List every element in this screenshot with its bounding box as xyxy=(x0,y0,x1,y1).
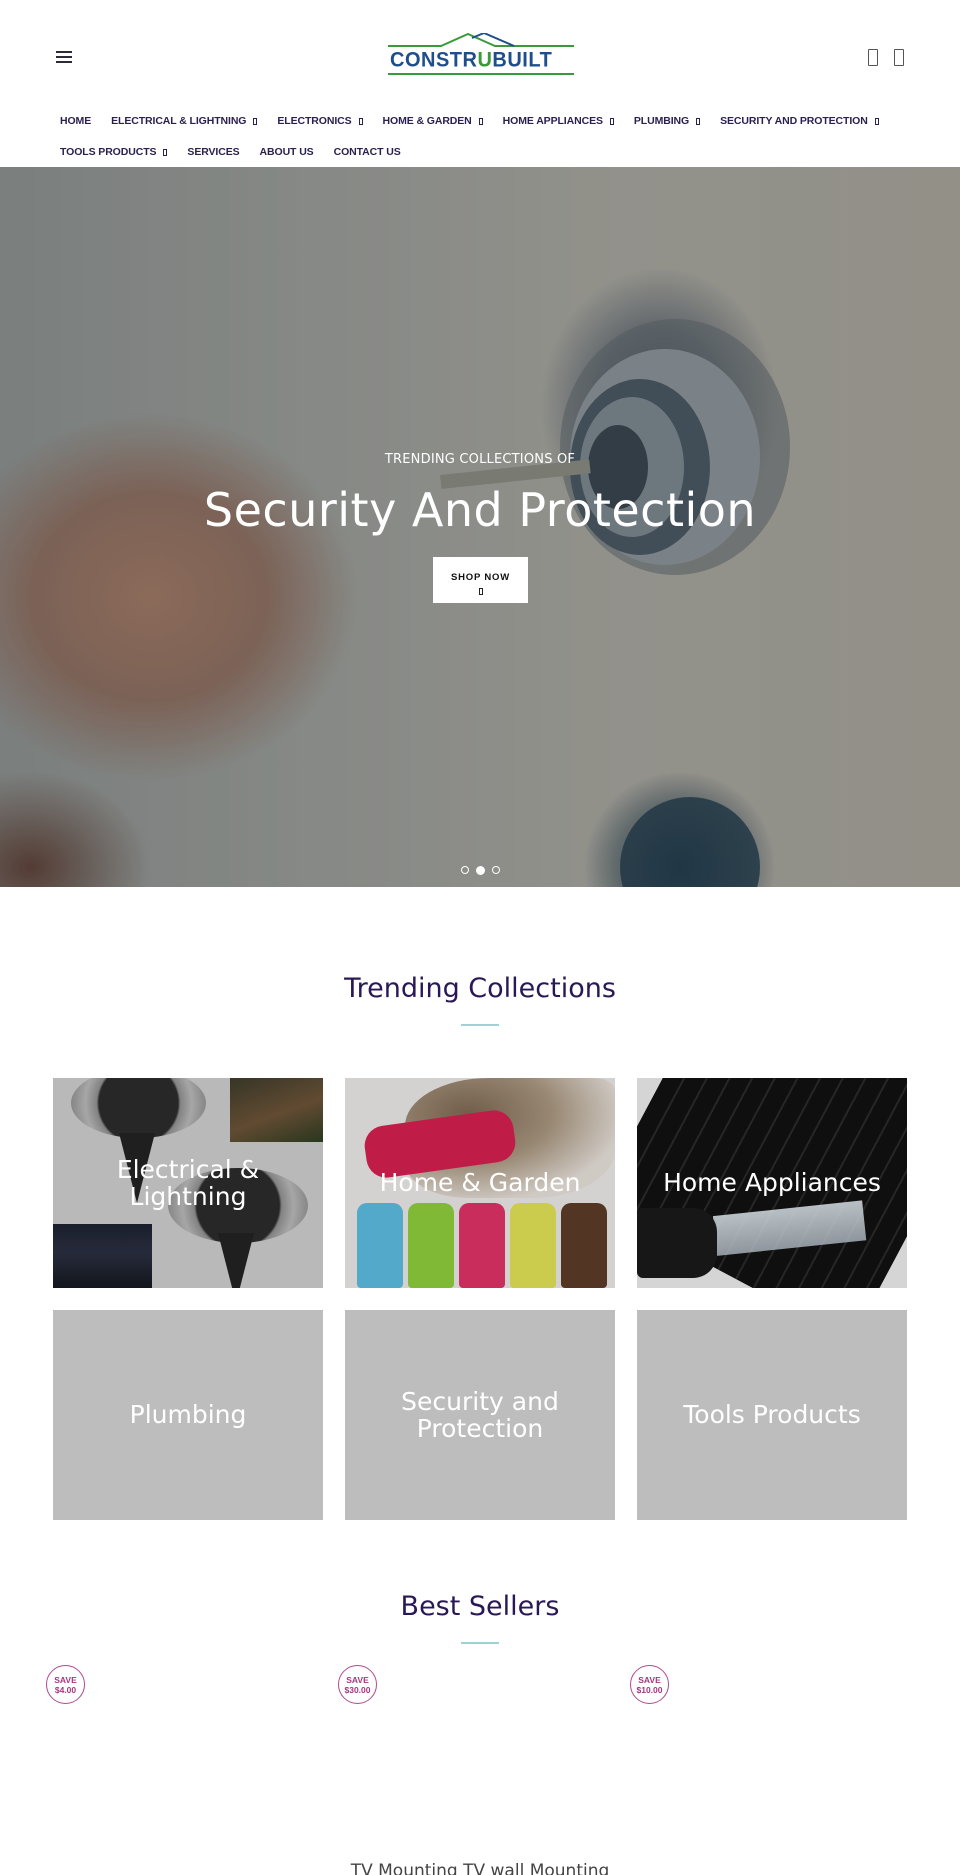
nav-item-electrical-lightning[interactable]: ELECTRICAL & LIGHTNING xyxy=(101,115,267,127)
chevron-down-icon xyxy=(358,117,363,125)
arrow-right-icon xyxy=(478,588,483,595)
collection-security-protection[interactable]: Security and Protection xyxy=(345,1310,615,1520)
collection-label: Tools Products xyxy=(683,1400,861,1430)
chevron-down-icon xyxy=(163,148,168,156)
chevron-down-icon xyxy=(609,117,614,125)
nav-item-security-and-protection[interactable]: SECURITY AND PROTECTION xyxy=(710,115,889,127)
best-sellers-title: Best Sellers xyxy=(400,1591,560,1622)
save-badge: SAVE $10.00 xyxy=(630,1665,669,1704)
collection-label: Security and Protection xyxy=(401,1386,559,1443)
nav-label: ELECTRONICS xyxy=(277,115,352,127)
nav-label: PLUMBING xyxy=(633,115,690,127)
main-nav: HOME ELECTRICAL & LIGHTNING ELECTRONICS HOM… xyxy=(50,108,930,170)
hero-title: Security And Protection xyxy=(203,483,757,537)
save-badge: SAVE $30.00 xyxy=(338,1665,377,1704)
save-badge: SAVE $4.00 xyxy=(46,1665,85,1704)
hero-subtitle: TRENDING COLLECTIONS OF xyxy=(384,452,576,467)
nav-label: TOOLS PRODUCTS xyxy=(60,146,157,158)
nav-label: HOME & GARDEN xyxy=(382,115,472,127)
nav-item-services[interactable]: SERVICES xyxy=(177,146,249,158)
chevron-down-icon xyxy=(874,117,879,125)
collection-label: Home & Garden xyxy=(379,1168,581,1198)
slide-dots xyxy=(0,865,960,875)
nav-label: CONTACT US xyxy=(333,146,401,158)
site-header: CONSTRUBUILT HOME ELECTRICAL & LIGHTNING E… xyxy=(0,0,960,167)
collection-tools-products[interactable]: Tools Products xyxy=(637,1310,907,1520)
cart-icon[interactable] xyxy=(894,49,904,66)
collection-label: Plumbing xyxy=(129,1400,247,1430)
nav-item-plumbing[interactable]: PLUMBING xyxy=(624,115,710,127)
collection-label: Electrical & Lightning xyxy=(116,1154,260,1211)
section-divider xyxy=(461,1642,499,1644)
nav-label: HOME xyxy=(60,115,92,127)
chevron-down-icon xyxy=(696,117,701,125)
slide-dot-1[interactable] xyxy=(460,866,469,874)
nav-row-2: TOOLS PRODUCTS SERVICES ABOUT US CONTACT US xyxy=(50,139,930,165)
product-title[interactable]: TV Mounting TV wall Mounting xyxy=(0,1861,960,1875)
collection-home-garden[interactable]: Home & Garden xyxy=(345,1078,615,1288)
collection-home-appliances[interactable]: Home Appliances xyxy=(637,1078,907,1288)
nav-item-home[interactable]: HOME xyxy=(50,115,101,127)
slide-dot-2[interactable] xyxy=(475,865,485,875)
account-icon[interactable] xyxy=(868,49,878,66)
hero-slideshow: TRENDING COLLECTIONS OF Security And Pro… xyxy=(0,167,960,887)
nav-item-tools-products[interactable]: TOOLS PRODUCTS xyxy=(50,146,177,158)
nav-item-home-appliances[interactable]: HOME APPLIANCES xyxy=(493,115,624,127)
nav-label: SECURITY AND PROTECTION xyxy=(720,115,868,127)
logo-wordmark: CONSTRUBUILT xyxy=(390,48,553,72)
nav-label: SERVICES xyxy=(187,146,240,158)
nav-label: HOME APPLIANCES xyxy=(502,115,603,127)
nav-label: ABOUT US xyxy=(259,146,314,158)
collection-electrical-lightning[interactable]: Electrical & Lightning xyxy=(53,1078,323,1288)
shop-now-label: SHOP NOW xyxy=(450,572,510,583)
chevron-down-icon xyxy=(478,117,483,125)
collection-label: Home Appliances xyxy=(663,1168,881,1198)
nav-item-about-us[interactable]: ABOUT US xyxy=(250,146,324,158)
nav-row-1: HOME ELECTRICAL & LIGHTNING ELECTRONICS HOM… xyxy=(50,108,930,134)
menu-icon[interactable] xyxy=(56,51,72,63)
chevron-down-icon xyxy=(253,117,258,125)
site-logo[interactable]: CONSTRUBUILT xyxy=(386,33,576,79)
nav-label: ELECTRICAL & LIGHTNING xyxy=(111,115,247,127)
collection-plumbing[interactable]: Plumbing xyxy=(53,1310,323,1520)
section-divider xyxy=(461,1024,499,1026)
nav-item-home-garden[interactable]: HOME & GARDEN xyxy=(373,115,493,127)
slide-dot-3[interactable] xyxy=(491,866,500,874)
nav-item-electronics[interactable]: ELECTRONICS xyxy=(267,115,372,127)
shop-now-button[interactable]: SHOP NOW xyxy=(433,557,528,603)
nav-item-contact-us[interactable]: CONTACT US xyxy=(324,146,411,158)
trending-collections-title: Trending Collections xyxy=(344,973,616,1004)
